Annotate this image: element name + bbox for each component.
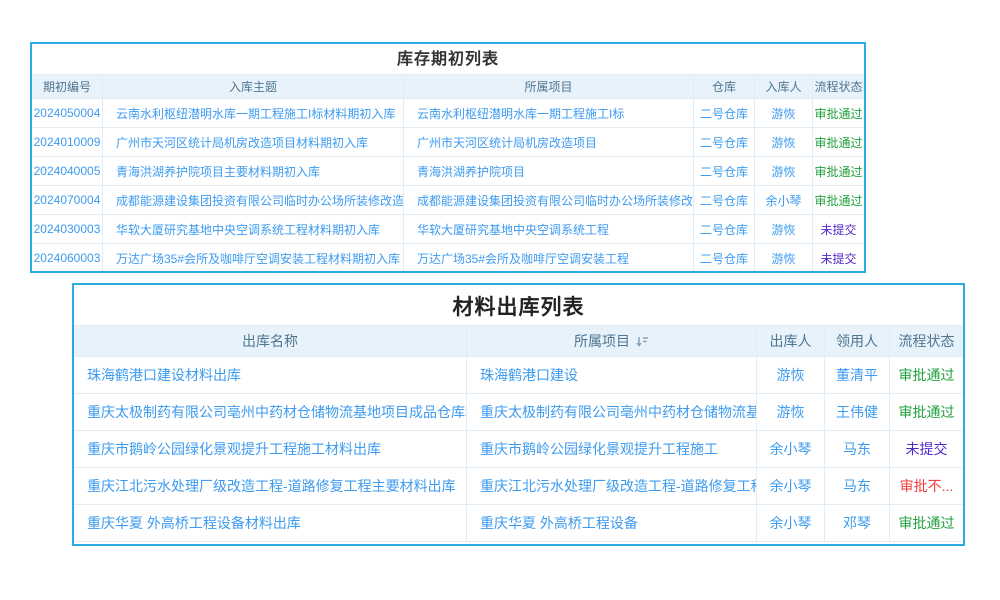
col-header-recipient: 领用人 — [825, 325, 890, 356]
project-link[interactable]: 青海洪湖养护院项目 — [404, 156, 694, 185]
table-row: 2024040005 青海洪湖养护院项目主要材料期初入库 青海洪湖养护院项目 二… — [32, 156, 864, 185]
status-badge: 审批通过 — [890, 356, 963, 393]
inbound-subject-link[interactable]: 成都能源建设集团投资有限公司临时办公场所装修改造工程EPC... — [103, 185, 404, 214]
initial-no-link[interactable]: 2024040005 — [32, 156, 103, 185]
outbound-person-value: 游恢 — [757, 393, 825, 430]
table-row: 2024030003 华软大厦研究基地中央空调系统工程材料期初入库 华软大厦研究… — [32, 214, 864, 243]
outbound-person-value: 余小琴 — [757, 430, 825, 467]
status-badge: 未提交 — [813, 214, 864, 243]
col-header-inbound-subject: 入库主题 — [103, 74, 404, 98]
status-badge: 审批通过 — [813, 185, 864, 214]
outbound-name-link[interactable]: 重庆江北污水处理厂级改造工程-道路修复工程主要材料出库 — [74, 467, 467, 504]
inbound-subject-link[interactable]: 青海洪湖养护院项目主要材料期初入库 — [103, 156, 404, 185]
inbound-subject-link[interactable]: 广州市天河区统计局机房改造项目材料期初入库 — [103, 127, 404, 156]
inbound-subject-link[interactable]: 云南水利枢纽潜明水库一期工程施工I标材料期初入库 — [103, 98, 404, 127]
initial-no-link[interactable]: 2024070004 — [32, 185, 103, 214]
col-header-outbound-name: 出库名称 — [74, 325, 467, 356]
project-link[interactable]: 重庆江北污水处理厂级改造工程-道路修复工程 — [467, 467, 757, 504]
material-outbound-table-title: 材料出库列表 — [74, 285, 963, 325]
recipient-value: 邓琴 — [825, 504, 890, 541]
status-badge: 审批通过 — [813, 127, 864, 156]
inventory-initial-header-row: 期初编号 入库主题 所属项目 仓库 入库人 流程状态 — [32, 74, 864, 98]
outbound-person-value: 游恢 — [757, 356, 825, 393]
project-link[interactable]: 成都能源建设集团投资有限公司临时办公场所装修改造工程... — [404, 185, 694, 214]
inbound-person-value: 游恢 — [755, 127, 813, 156]
status-badge: 审批通过 — [813, 98, 864, 127]
project-link[interactable]: 广州市天河区统计局机房改造项目 — [404, 127, 694, 156]
status-badge: 审批通过 — [890, 504, 963, 541]
warehouse-value: 二号仓库 — [694, 185, 755, 214]
col-header-outbound-person: 出库人 — [757, 325, 825, 356]
inbound-person-value: 余小琴 — [755, 185, 813, 214]
initial-no-link[interactable]: 2024060003 — [32, 243, 103, 272]
partial-next-row — [74, 541, 963, 546]
initial-no-link[interactable]: 2024030003 — [32, 214, 103, 243]
table-row: 重庆市鹅岭公园绿化景观提升工程施工材料出库 重庆市鹅岭公园绿化景观提升工程施工 … — [74, 430, 963, 467]
inventory-initial-table-title: 库存期初列表 — [32, 44, 864, 74]
sort-descending-icon[interactable] — [636, 335, 649, 348]
outbound-name-link[interactable]: 重庆华夏 外高桥工程设备材料出库 — [74, 504, 467, 541]
project-link[interactable]: 重庆太极制药有限公司亳州中药材仓储物流基... — [467, 393, 757, 430]
warehouse-value: 二号仓库 — [694, 214, 755, 243]
warehouse-value: 二号仓库 — [694, 156, 755, 185]
inventory-initial-table: 库存期初列表 期初编号 入库主题 所属项目 仓库 入库人 流程状态 202405… — [30, 42, 866, 273]
project-link[interactable]: 重庆华夏 外高桥工程设备 — [467, 504, 757, 541]
table-row: 珠海鹤港口建设材料出库 珠海鹤港口建设 游恢 董清平 审批通过 — [74, 356, 963, 393]
table-row: 重庆江北污水处理厂级改造工程-道路修复工程主要材料出库 重庆江北污水处理厂级改造… — [74, 467, 963, 504]
table-row: 重庆太极制药有限公司亳州中药材仓储物流基地项目成品仓库和... 重庆太极制药有限… — [74, 393, 963, 430]
col-header-inbound-person: 入库人 — [755, 74, 813, 98]
recipient-value: 董清平 — [825, 356, 890, 393]
inbound-person-value: 游恢 — [755, 98, 813, 127]
col-header-initial-no: 期初编号 — [32, 74, 103, 98]
project-link[interactable]: 华软大厦研究基地中央空调系统工程 — [404, 214, 694, 243]
inbound-person-value: 游恢 — [755, 156, 813, 185]
table-row: 重庆华夏 外高桥工程设备材料出库 重庆华夏 外高桥工程设备 余小琴 邓琴 审批通… — [74, 504, 963, 541]
recipient-value: 王伟健 — [825, 393, 890, 430]
project-link[interactable]: 万达广场35#会所及咖啡厅空调安装工程 — [404, 243, 694, 272]
outbound-name-link[interactable]: 珠海鹤港口建设材料出库 — [74, 356, 467, 393]
status-badge: 审批不... — [890, 467, 963, 504]
recipient-value: 马东 — [825, 430, 890, 467]
col-header-project-sortable[interactable]: 所属项目 — [467, 325, 757, 356]
status-badge: 未提交 — [890, 430, 963, 467]
inbound-person-value: 游恢 — [755, 243, 813, 272]
inbound-subject-link[interactable]: 华软大厦研究基地中央空调系统工程材料期初入库 — [103, 214, 404, 243]
outbound-person-value: 余小琴 — [757, 504, 825, 541]
col-header-flow-status: 流程状态 — [813, 74, 864, 98]
col-header-project: 所属项目 — [404, 74, 694, 98]
warehouse-value: 二号仓库 — [694, 243, 755, 272]
recipient-value: 马东 — [825, 467, 890, 504]
outbound-name-link[interactable]: 重庆太极制药有限公司亳州中药材仓储物流基地项目成品仓库和... — [74, 393, 467, 430]
status-badge: 审批通过 — [813, 156, 864, 185]
project-link[interactable]: 云南水利枢纽潜明水库一期工程施工I标 — [404, 98, 694, 127]
status-badge: 未提交 — [813, 243, 864, 272]
col-header-project-label: 所属项目 — [574, 331, 630, 351]
project-link[interactable]: 珠海鹤港口建设 — [467, 356, 757, 393]
material-outbound-table: 材料出库列表 出库名称 所属项目 出库人 领用人 流程状态 珠海鹤港口建设材料出… — [72, 283, 965, 546]
outbound-name-link[interactable]: 重庆市鹅岭公园绿化景观提升工程施工材料出库 — [74, 430, 467, 467]
outbound-person-value: 余小琴 — [757, 467, 825, 504]
status-badge: 审批通过 — [890, 393, 963, 430]
col-header-warehouse: 仓库 — [694, 74, 755, 98]
inbound-subject-link[interactable]: 万达广场35#会所及咖啡厅空调安装工程材料期初入库 — [103, 243, 404, 272]
warehouse-value: 二号仓库 — [694, 98, 755, 127]
table-row: 2024070004 成都能源建设集团投资有限公司临时办公场所装修改造工程EPC… — [32, 185, 864, 214]
table-row: 2024050004 云南水利枢纽潜明水库一期工程施工I标材料期初入库 云南水利… — [32, 98, 864, 127]
warehouse-value: 二号仓库 — [694, 127, 755, 156]
inbound-person-value: 游恢 — [755, 214, 813, 243]
initial-no-link[interactable]: 2024050004 — [32, 98, 103, 127]
project-link[interactable]: 重庆市鹅岭公园绿化景观提升工程施工 — [467, 430, 757, 467]
table-row: 2024060003 万达广场35#会所及咖啡厅空调安装工程材料期初入库 万达广… — [32, 243, 864, 272]
table-row: 2024010009 广州市天河区统计局机房改造项目材料期初入库 广州市天河区统… — [32, 127, 864, 156]
initial-no-link[interactable]: 2024010009 — [32, 127, 103, 156]
material-outbound-header-row: 出库名称 所属项目 出库人 领用人 流程状态 — [74, 325, 963, 356]
col-header-flow-status: 流程状态 — [890, 325, 963, 356]
